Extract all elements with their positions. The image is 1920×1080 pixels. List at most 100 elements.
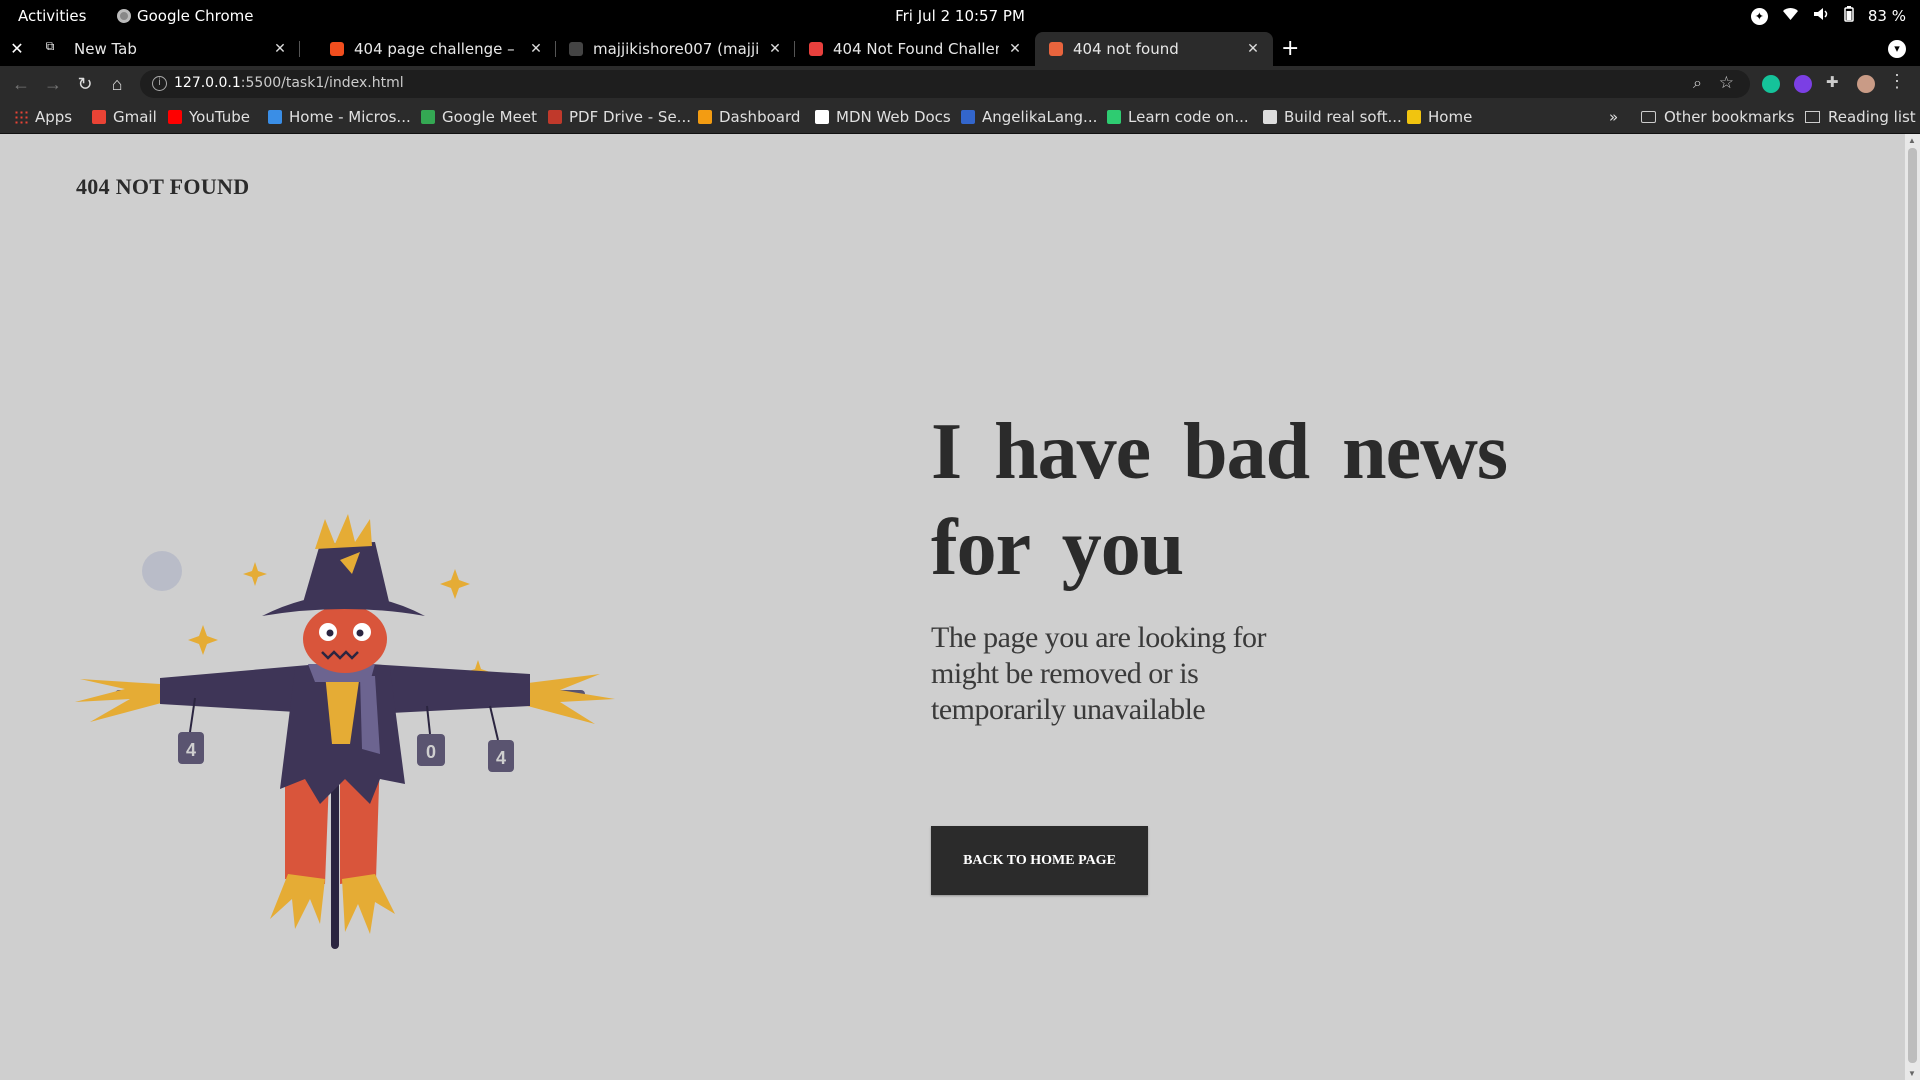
other-bookmarks-label: Other bookmarks	[1664, 108, 1795, 126]
browser-tab[interactable]: New Tab ✕	[60, 32, 300, 66]
bookmark-label: MDN Web Docs	[836, 108, 951, 126]
battery-percent: 83 %	[1867, 7, 1906, 25]
scroll-up-arrow-icon[interactable]: ▲	[1908, 136, 1916, 145]
bookmark-item[interactable]: Learn code on...	[1107, 108, 1249, 126]
tab-title: 404 Not Found Challenge	[833, 40, 999, 58]
close-tab-icon[interactable]: ✕	[528, 41, 544, 57]
youtube-icon	[168, 110, 182, 124]
bookmark-label: PDF Drive - Se...	[569, 108, 691, 126]
bookmark-item[interactable]: Build real soft...	[1263, 108, 1402, 126]
tab-strip: ✕ ⧉ New Tab✕404 page challenge – Figma✕m…	[0, 32, 1920, 66]
tab-favicon-icon	[1049, 42, 1063, 56]
dark-mode-extension-icon[interactable]	[1794, 75, 1812, 93]
reload-icon[interactable]: ↻	[73, 72, 97, 96]
bookmark-item[interactable]: Gmail	[92, 108, 157, 126]
reading-list-label: Reading list	[1828, 108, 1916, 126]
system-tray[interactable]: ✦ 83 %	[1750, 6, 1906, 26]
tab-favicon-icon	[569, 42, 583, 56]
bookmark-label: AngelikaLang...	[982, 108, 1098, 126]
home-icon[interactable]: ⌂	[105, 72, 129, 96]
tab-title: New Tab	[74, 40, 137, 58]
can-1-label: 4	[186, 740, 196, 760]
site-brand[interactable]: 404 NOT FOUND	[76, 174, 249, 200]
restore-window-icon[interactable]: ⧉	[40, 39, 60, 59]
accessibility-icon[interactable]: ✦	[1750, 7, 1768, 25]
browser-tab[interactable]: 404 Not Found Challenge ✕	[795, 32, 1035, 66]
close-tab-icon[interactable]: ✕	[272, 41, 288, 57]
tab-title: 404 not found	[1073, 40, 1179, 58]
scrollbar-thumb[interactable]	[1908, 148, 1917, 1063]
bookmark-label: Home - Micros...	[289, 108, 411, 126]
bookmark-label: YouTube	[189, 108, 250, 126]
address-bar[interactable]: i 127.0.0.1:5500/task1/index.html ⌕ ☆	[140, 70, 1750, 98]
angelika-icon	[961, 110, 975, 124]
close-window-icon[interactable]: ✕	[7, 39, 27, 59]
bookmark-item[interactable]: Home	[1407, 108, 1472, 126]
hat-straw	[315, 514, 372, 549]
browser-tab[interactable]: majjikishore007 (majjikishore007) ✕	[555, 32, 795, 66]
bookmark-item[interactable]: YouTube	[168, 108, 250, 126]
back-arrow-icon[interactable]: ←	[9, 72, 33, 96]
site-info-icon[interactable]: i	[152, 76, 167, 91]
extensions-puzzle-icon[interactable]: ✚	[1826, 73, 1844, 91]
back-to-home-button[interactable]: BACK TO HOME PAGE	[931, 826, 1148, 895]
forward-arrow-icon[interactable]: →	[41, 72, 65, 96]
scarecrow-illustration: 4 0 4	[75, 514, 615, 949]
new-tab-button[interactable]: +	[1281, 36, 1299, 61]
chrome-icon	[117, 9, 131, 23]
zoom-icon[interactable]: ⌕	[1693, 73, 1702, 93]
page-viewport: 404 NOT FOUND 4 0 4 I have bad news for …	[0, 134, 1904, 1080]
bookmark-item[interactable]: Google Meet	[421, 108, 537, 126]
close-tab-icon[interactable]: ✕	[1245, 41, 1261, 57]
scroll-down-arrow-icon[interactable]: ▼	[1908, 1069, 1916, 1078]
bookmark-item[interactable]: Apps	[14, 108, 72, 126]
close-tab-icon[interactable]: ✕	[1007, 41, 1023, 57]
mdn-icon	[815, 110, 829, 124]
chrome-menu-icon[interactable]: ⋮	[1888, 71, 1906, 92]
profile-avatar[interactable]	[1857, 75, 1875, 93]
app-name: Google Chrome	[137, 7, 254, 25]
moon-shape	[142, 551, 182, 591]
headline: I have bad news for you	[931, 408, 1508, 592]
url-text[interactable]: 127.0.0.1:5500/task1/index.html	[174, 75, 404, 91]
browser-tab[interactable]: 404 page challenge – Figma ✕	[316, 32, 556, 66]
right-straw-hand	[520, 674, 615, 724]
reading-list[interactable]: Reading list	[1805, 108, 1916, 126]
can-2-label: 0	[426, 742, 436, 762]
bookmark-item[interactable]: Home - Micros...	[268, 108, 411, 126]
tab-title: 404 page challenge – Figma	[354, 40, 520, 58]
pdf-icon	[548, 110, 562, 124]
wifi-icon	[1782, 7, 1799, 25]
home-folder-icon	[1407, 110, 1421, 124]
bookmark-item[interactable]: PDF Drive - Se...	[548, 108, 691, 126]
browser-tab[interactable]: 404 not found ✕	[1035, 32, 1273, 66]
other-bookmarks[interactable]: Other bookmarks	[1641, 108, 1794, 126]
bookmark-label: Dashboard	[719, 108, 801, 126]
left-straw-foot	[270, 874, 325, 929]
tab-favicon-icon	[809, 42, 823, 56]
browser-toolbar: ← → ↻ ⌂ i 127.0.0.1:5500/task1/index.htm…	[0, 66, 1920, 102]
gmail-icon	[92, 110, 106, 124]
bookmark-item[interactable]: MDN Web Docs	[815, 108, 951, 126]
close-tab-icon[interactable]: ✕	[767, 41, 783, 57]
folder-icon	[1641, 111, 1656, 123]
tab-search-icon[interactable]: ▾	[1888, 40, 1906, 58]
bookmark-item[interactable]: AngelikaLang...	[961, 108, 1097, 126]
learncode-icon	[1107, 110, 1121, 124]
description-text: The page you are looking for might be re…	[931, 621, 1267, 726]
clock[interactable]: Fri Jul 2 10:57 PM	[0, 7, 1920, 25]
app-menu[interactable]: Google Chrome	[117, 7, 254, 25]
pumpkin-head	[303, 605, 387, 673]
bookmark-label: Learn code on...	[1128, 108, 1249, 126]
left-straw-hand	[75, 679, 165, 722]
grammarly-extension-icon[interactable]	[1762, 75, 1780, 93]
volume-icon	[1813, 7, 1830, 25]
page-scrollbar[interactable]: ▲ ▼	[1904, 134, 1920, 1080]
bookmarks-bar: Apps Gmail YouTube Home - Micros... Google M…	[0, 102, 1920, 134]
activities-button[interactable]: Activities	[18, 7, 86, 25]
bookmark-star-icon[interactable]: ☆	[1719, 73, 1734, 93]
bookmark-item[interactable]: Dashboard	[698, 108, 800, 126]
overflow-chevron-icon[interactable]: »	[1609, 108, 1618, 126]
bookmarks-overflow[interactable]: »	[1609, 108, 1618, 126]
build-icon	[1263, 110, 1277, 124]
